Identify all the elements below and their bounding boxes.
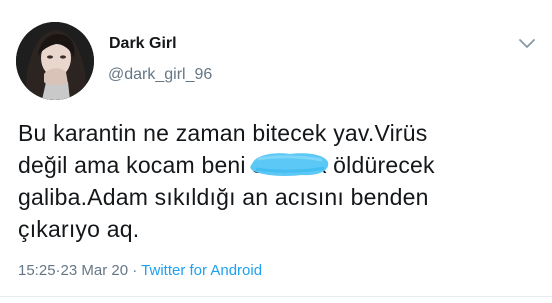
meta-separator: · (132, 262, 138, 279)
chevron-down-icon[interactable] (518, 36, 536, 50)
tweet-card: Dark Girl @dark_girl_96 Bu karantin ne z… (0, 0, 552, 303)
censor-scribble (250, 153, 329, 176)
display-name[interactable]: Dark Girl (109, 35, 177, 53)
tweet-text-line: çıkarıyo aq. (18, 216, 140, 242)
tweet-text-line: Bu karantin ne zaman bitecek yav.Virüs (18, 120, 428, 146)
tweet-meta: 15:25·23 Mar 20 · Twitter for Android (18, 262, 262, 279)
tweet-time[interactable]: 15:25 (18, 262, 56, 279)
tweet-text-segment: değil ama kocam beni (18, 152, 253, 178)
censored-word: sikerek (250, 149, 329, 181)
avatar-photo (16, 22, 94, 100)
tweet-source-link[interactable]: Twitter for Android (141, 262, 262, 279)
username-handle[interactable]: @dark_girl_96 (108, 66, 212, 84)
tweet-text-line: galiba.Adam sıkıldığı an acısını benden (18, 184, 429, 210)
avatar[interactable] (16, 22, 94, 100)
tweet-date[interactable]: 23 Mar 20 (61, 262, 129, 279)
tweet-text: Bu karantin ne zaman bitecek yav.Virüs d… (18, 117, 538, 245)
tweet-text-line: değil ama kocam beni sikerek öldürecek (18, 149, 538, 181)
divider (0, 296, 552, 297)
tweet-text-segment: öldürecek (326, 152, 435, 178)
